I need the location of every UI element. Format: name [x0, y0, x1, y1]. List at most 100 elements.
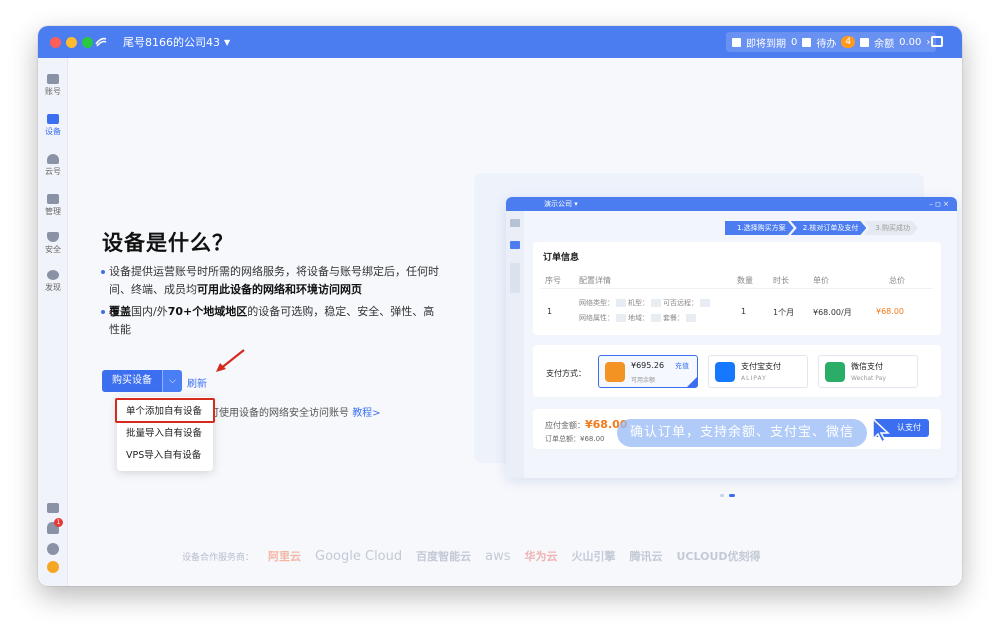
- chevron-down-icon: ▼: [224, 37, 231, 47]
- sidebar: 账号 设备 云号 管理 安全 发现 1: [38, 58, 68, 586]
- minimize-window-button[interactable]: [66, 37, 77, 48]
- order-total: 订单总额：¥68.00: [545, 435, 605, 443]
- partner-aliyun-logo: 阿里云: [268, 550, 302, 563]
- sidebar-item-label: 云号: [45, 167, 61, 176]
- sidebar-item-cloud[interactable]: 云号: [38, 154, 68, 177]
- alipay-label: 支付宝支付: [741, 362, 781, 371]
- col-qty: 数量: [737, 276, 753, 285]
- feature-bullet-2: 覆盖国内/外70+个地域地区的设备可选购，稳定、安全、弹性、高性能: [101, 303, 439, 339]
- order-info-panel: 订单信息 序号 配置详情 数量 时长 单价 总价 1 网络类型： 机型： 可否远程：…: [533, 242, 941, 335]
- col-index: 序号: [545, 276, 561, 285]
- step-2: 2.核对订单及支付: [791, 221, 867, 235]
- check-corner-icon: [687, 377, 697, 387]
- bullet-emphasis: 覆盖: [109, 305, 131, 318]
- balance-value: 0.00: [899, 36, 922, 48]
- company-switcher[interactable]: 尾号8166的公司43 ▼: [123, 34, 230, 50]
- sidebar-item-manage[interactable]: 管理: [38, 194, 68, 217]
- row-config-line2: 网络属性： 地域： 套餐：: [579, 313, 698, 323]
- col-total: 总价: [889, 276, 905, 285]
- partner-volcengine-logo: 火山引擎: [571, 550, 616, 563]
- pay-option-alipay: 支付宝支付 ALIPAY: [708, 355, 808, 388]
- sidebar-item-label: 发现: [45, 283, 61, 292]
- bullet-emphasis: 70+个地域地区: [167, 305, 248, 318]
- partners-label: 设备合作服务商：: [182, 552, 255, 563]
- window-layout-icon[interactable]: [931, 36, 943, 47]
- preview-caption: 确认订单，支持余额、支付宝、微信: [617, 419, 867, 447]
- support-icon[interactable]: [47, 561, 59, 573]
- wechat-icon: [825, 362, 845, 382]
- col-unit-price: 单价: [813, 276, 829, 285]
- title-bar: 尾号8166的公司43 ▼ 即将到期 0 待办 4 余额 0.00 ›: [38, 26, 962, 58]
- hint-text: ，即可使用设备的网络安全访问账号 教程>: [189, 404, 381, 419]
- partner-aws-logo: aws: [485, 548, 511, 564]
- balance-amount: ¥695.26: [631, 361, 665, 370]
- page-title: 设备是什么？: [102, 231, 234, 255]
- expiring-label: 即将到期: [746, 38, 786, 50]
- status-summary[interactable]: 即将到期 0 待办 4 余额 0.00 ›: [726, 32, 937, 52]
- refresh-link[interactable]: 刷新: [187, 375, 207, 390]
- row-qty: 1: [741, 307, 747, 316]
- buy-device-button[interactable]: 购买设备: [102, 370, 162, 392]
- col-config: 配置详情: [579, 276, 611, 285]
- notification-badge: 1: [54, 518, 63, 527]
- wallet-icon: [605, 362, 625, 382]
- pay-option-balance: ¥695.26 充值 可用余额: [598, 355, 698, 388]
- sidebar-item-security[interactable]: 安全: [38, 232, 68, 255]
- tutorial-link[interactable]: 教程>: [352, 408, 380, 419]
- preview-title-bar: 演示公司 ▾ – ◻ ×: [506, 197, 957, 211]
- todo-count-badge: 4: [841, 36, 856, 48]
- purchase-preview-illustration: 演示公司 ▾ – ◻ × 1.选择购买方案 2.核对订单及支付 3.购买成功 订…: [474, 173, 957, 478]
- app-logo-icon: [95, 37, 107, 47]
- step-3: 3.购买成功: [863, 221, 918, 235]
- preview-window-controls-icon: – ◻ ×: [929, 200, 949, 208]
- bullet-text: 国内/外: [131, 305, 168, 318]
- app-window: 尾号8166的公司43 ▼ 即将到期 0 待办 4 余额 0.00 › 账号 设…: [38, 26, 962, 586]
- account-icon: [47, 74, 59, 84]
- partner-tencent-cloud-logo: 腾讯云: [629, 550, 663, 563]
- sidebar-item-label: 管理: [45, 207, 61, 216]
- close-window-button[interactable]: [50, 37, 61, 48]
- alipay-icon: [715, 362, 735, 382]
- menu-item-batch-import-devices[interactable]: 批量导入自有设备: [117, 423, 213, 444]
- calendar-icon: [732, 37, 741, 47]
- row-total: ¥68.00: [876, 307, 904, 316]
- feature-bullet-1: 设备提供运营账号时所需的网络服务，将设备与账号绑定后，任何时间、终端、成员均可用…: [101, 263, 439, 299]
- filter-icon[interactable]: [47, 503, 59, 513]
- sidebar-item-discover[interactable]: 发现: [38, 270, 68, 293]
- recharge-link: 充值: [675, 362, 689, 370]
- cloud-icon: [47, 154, 59, 164]
- wallet-icon: [860, 37, 870, 47]
- wechat-label: 微信支付: [851, 362, 883, 371]
- partner-logos: 设备合作服务商： 阿里云 Google Cloud 百度智能云 aws 华为云 …: [182, 546, 761, 566]
- pay-option-wechat: 微信支付 Wechat Pay: [818, 355, 918, 388]
- buy-dropdown-toggle[interactable]: ⌵: [162, 370, 182, 392]
- carousel-dots[interactable]: [720, 482, 736, 501]
- payment-method-panel: 支付方式： ¥695.26 充值 可用余额 支付宝支付 ALIPAY 微信支付 …: [533, 345, 941, 397]
- menu-item-vps-import-devices[interactable]: VPS导入自有设备: [117, 445, 213, 466]
- gear-icon[interactable]: [47, 543, 59, 555]
- company-name: 尾号8166的公司43: [123, 36, 220, 49]
- row-index: 1: [547, 307, 553, 316]
- row-config-line1: 网络类型： 机型： 可否远程：: [579, 298, 712, 308]
- sidebar-item-label: 安全: [45, 245, 61, 254]
- preview-sidebar: [506, 211, 524, 478]
- due-amount: 应付金额：¥68.00: [545, 418, 628, 431]
- bell-icon[interactable]: 1: [47, 518, 63, 534]
- sidebar-item-label: 设备: [45, 127, 61, 136]
- partner-google-cloud-logo: Google Cloud: [315, 548, 403, 564]
- step-1: 1.选择购买方案: [725, 221, 794, 235]
- row-duration: 1个月: [773, 308, 795, 317]
- sidebar-item-accounts[interactable]: 账号: [38, 74, 68, 97]
- shield-icon: [47, 232, 59, 242]
- preview-steps: 1.选择购买方案 2.核对订单及支付 3.购买成功: [725, 221, 915, 235]
- sidebar-item-label: 账号: [45, 87, 61, 96]
- partner-baidu-cloud-logo: 百度智能云: [416, 550, 472, 563]
- partner-huawei-cloud-logo: 华为云: [524, 550, 558, 563]
- alipay-en-label: ALIPAY: [741, 375, 767, 382]
- todo-label: 待办: [816, 38, 837, 50]
- buy-device-split-button: 购买设备 ⌵: [102, 370, 182, 392]
- maximize-window-button[interactable]: [82, 37, 93, 48]
- wechat-en-label: Wechat Pay: [851, 375, 886, 382]
- compass-icon: [47, 270, 59, 280]
- sidebar-item-devices[interactable]: 设备: [38, 114, 68, 137]
